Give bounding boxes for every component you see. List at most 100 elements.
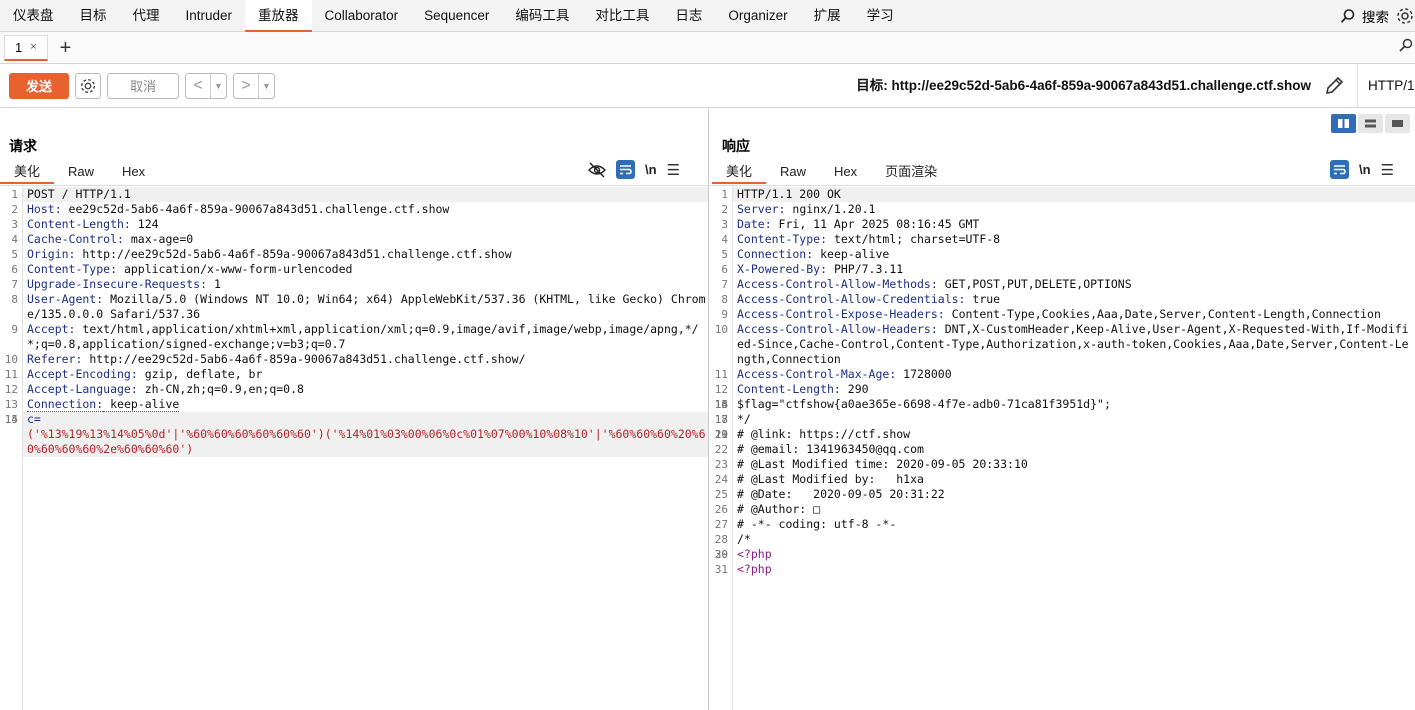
code-line: 5 Origin: http://ee29c52d-5ab6-4a6f-859a-…	[11, 247, 708, 262]
view-tab[interactable]: 美化	[0, 160, 55, 184]
nav-item[interactable]: 代理	[120, 0, 173, 32]
header-name: X-Powered-By:	[737, 262, 828, 276]
code-line: 18 */	[715, 412, 1415, 427]
cancel-button[interactable]: 取消	[107, 72, 179, 99]
toolbar: 发送 取消 < ▼ > ▼ 目标: http://ee29c52d-5ab6-4…	[0, 64, 1415, 108]
line-content: HTTP/1.1 200 OK	[733, 187, 1415, 202]
nav-item[interactable]: 日志	[662, 0, 715, 32]
line-number: 11	[714, 368, 728, 381]
menu-icon[interactable]: ☰	[667, 161, 680, 179]
settings-button[interactable]	[75, 72, 101, 99]
eye-off-icon[interactable]	[588, 161, 606, 178]
line-content: Cache-Control: max-age=0	[23, 232, 708, 247]
code-line: 13 Connection: keep-alive	[5, 397, 708, 412]
nav-item[interactable]: 对比工具	[582, 0, 662, 32]
code-line: 3 Date: Fri, 11 Apr 2025 08:16:45 GMT	[721, 217, 1415, 232]
response-editor[interactable]: 1 HTTP/1.1 200 OK 2 Server: nginx/1.20.1 3 Da…	[710, 185, 1415, 710]
request-editor[interactable]: 1 POST / HTTP/1.1 2 Host: ee29c52d-5ab6-4a6…	[0, 185, 708, 710]
view-tab[interactable]: Raw	[766, 160, 820, 184]
tab-label: 1	[15, 39, 23, 55]
history-forward-button[interactable]: > ▼	[233, 72, 275, 99]
nav-item[interactable]: Intruder	[173, 0, 246, 32]
gear-icon[interactable]	[1395, 6, 1415, 26]
view-tab[interactable]: Raw	[54, 160, 108, 184]
line-content: Origin: http://ee29c52d-5ab6-4a6f-859a-9…	[23, 247, 708, 262]
view-tab[interactable]: 页面渲染	[871, 160, 951, 184]
header-value: keep-alive	[103, 397, 180, 412]
header-value: <?php	[737, 547, 772, 561]
line-number: 11	[4, 368, 18, 381]
nav-item[interactable]: 仪表盘	[0, 0, 67, 32]
nav-item[interactable]: 学习	[854, 0, 907, 32]
request-view-tabs: 美化 Raw Hex	[0, 158, 159, 184]
code-line: 31 <?php	[715, 562, 1415, 577]
chevron-left-icon: <	[193, 76, 203, 94]
header-name: Connection:	[27, 397, 104, 412]
nav-search[interactable]: 搜索	[1340, 0, 1415, 32]
nav-item[interactable]: 目标	[67, 0, 120, 32]
param-name: c=	[27, 412, 41, 426]
header-value: 290	[840, 382, 869, 396]
chevron-down-icon[interactable]: ▼	[258, 73, 274, 98]
view-tab[interactable]: Hex	[820, 160, 871, 184]
close-icon[interactable]: ×	[30, 41, 36, 53]
nav-item[interactable]: Collaborator	[312, 0, 412, 32]
line-content: */	[733, 412, 1415, 427]
nav-item[interactable]: Sequencer	[411, 0, 502, 32]
search-icon[interactable]	[1399, 38, 1413, 52]
chevron-down-icon[interactable]: ▼	[210, 73, 226, 98]
code-line: 11 Access-Control-Max-Age: 1728000	[715, 367, 1415, 382]
header-value: # @Last Modified by: h1xa	[737, 472, 924, 486]
code-line: 5 Connection: keep-alive	[721, 247, 1415, 262]
line-content: $flag="ctfshow{a0ae365e-6698-4f7e-adb0-7…	[733, 397, 1415, 412]
send-button[interactable]: 发送	[9, 72, 69, 99]
nav-item[interactable]: 重放器	[245, 0, 312, 32]
code-line: 3 Content-Length: 124	[11, 217, 708, 232]
menu-icon[interactable]: ☰	[1381, 161, 1394, 179]
view-tab[interactable]: 美化	[712, 160, 767, 184]
nav-item[interactable]: 扩展	[801, 0, 854, 32]
header-value: max-age=0	[123, 232, 194, 246]
line-content: Access-Control-Max-Age: 1728000	[733, 367, 1415, 382]
line-content: Accept: text/html,application/xhtml+xml,…	[23, 322, 708, 352]
line-content: Content-Length: 290	[733, 382, 1415, 397]
header-value: Content-Type,Cookies,Aaa,Date,Server,Con…	[944, 307, 1381, 321]
header-name: Access-Control-Expose-Headers:	[737, 307, 945, 321]
header-name: Access-Control-Allow-Headers:	[737, 322, 938, 336]
header-name: Date:	[737, 217, 772, 231]
header-name: Content-Type:	[737, 232, 828, 246]
line-number: 8	[721, 293, 728, 306]
newline-icon[interactable]: \n	[645, 162, 657, 177]
word-wrap-icon[interactable]	[616, 160, 635, 179]
pencil-icon[interactable]	[1323, 75, 1345, 97]
repeater-tab-1[interactable]: 1 ×	[4, 34, 48, 61]
header-value: # @Date: 2020-09-05 20:31:22	[737, 487, 945, 501]
header-value: HTTP/1.1 200 OK	[737, 187, 841, 201]
code-line: 9 Accept: text/html,application/xhtml+xml…	[11, 322, 708, 352]
header-name: Referer:	[27, 352, 83, 366]
header-value: POST / HTTP/1.1	[27, 187, 131, 201]
search-icon	[1340, 9, 1355, 23]
view-tab[interactable]: Hex	[108, 160, 159, 184]
history-back-button[interactable]: < ▼	[185, 72, 227, 99]
nav-item[interactable]: 编码工具	[502, 0, 582, 32]
code-line: 24 # @Last Modified by: h1xa	[715, 472, 1415, 487]
line-content: Access-Control-Expose-Headers: Content-T…	[733, 307, 1415, 322]
line-number: 9	[721, 308, 728, 321]
repeater-tab-bar: 1 × +	[0, 32, 1415, 64]
code-line: 23 # @Last Modified time: 2020-09-05 20:3…	[715, 457, 1415, 472]
header-name: Access-Control-Allow-Methods:	[737, 277, 938, 291]
newline-icon[interactable]: \n	[1359, 162, 1371, 177]
header-value: # @Last Modified time: 2020-09-05 20:33:…	[737, 457, 1028, 471]
header-value: zh-CN,zh;q=0.9,en;q=0.8	[137, 382, 304, 396]
nav-item[interactable]: Organizer	[715, 0, 800, 32]
http-version-selector[interactable]: HTTP/1	[1357, 64, 1415, 108]
line-number: 8	[11, 293, 18, 306]
line-number: 16	[714, 398, 728, 411]
header-name: Host:	[27, 202, 62, 216]
word-wrap-icon[interactable]	[1330, 160, 1349, 179]
add-tab-icon[interactable]: +	[60, 38, 72, 58]
request-pane: 请求 美化 Raw Hex \n ☰ 1 POST / HTTP/1.1 2 Host: …	[0, 108, 709, 710]
header-name: Upgrade-Insecure-Requests:	[27, 277, 208, 291]
code-line: 7 Upgrade-Insecure-Requests: 1	[11, 277, 708, 292]
